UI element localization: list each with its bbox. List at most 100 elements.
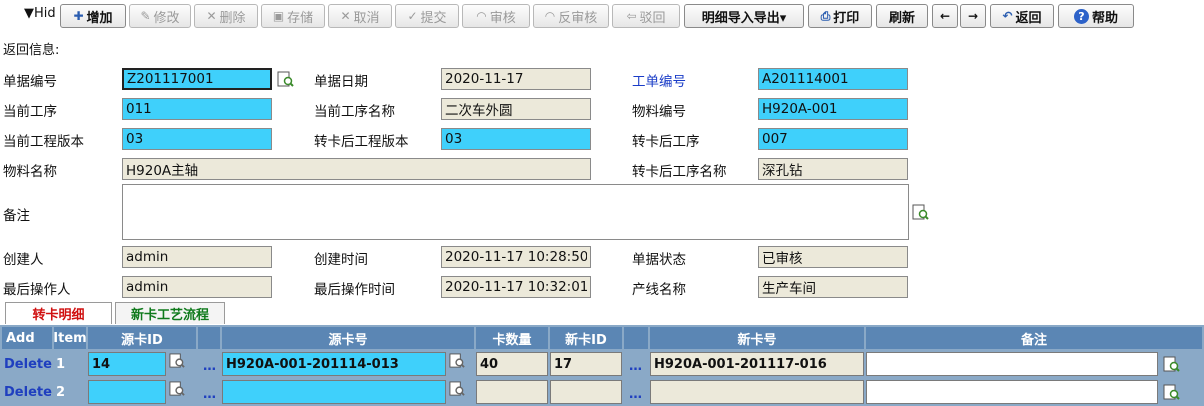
grid-header-new-id: 新卡ID — [550, 327, 622, 349]
audit-button-label: 审核 — [489, 10, 516, 26]
toolbar: ▼Hid ✚ 增加 ✎ 修改 ✕ 删除 ▣ 存储 ✕ 取消 ✓ 提交 ◠ 审核 … — [0, 0, 1204, 30]
row1-src-dots-button[interactable]: … — [203, 354, 216, 378]
last-op-label: 最后操作人 — [3, 282, 71, 298]
creator-label: 创建人 — [3, 252, 44, 268]
save-button[interactable]: ▣ 存储 — [261, 4, 325, 28]
remark-textarea[interactable] — [122, 184, 909, 240]
doc-date-label: 单据日期 — [314, 74, 368, 90]
edit-button[interactable]: ✎ 修改 — [129, 4, 191, 28]
creator-field[interactable] — [122, 246, 272, 268]
tab-transfer-detail[interactable]: 转卡明细 — [5, 302, 112, 324]
unaudit-icon: ◠ — [544, 9, 556, 23]
row2-src-id-field[interactable] — [88, 380, 166, 404]
row1-new-no-field[interactable]: H920A-001-201117-016 — [650, 352, 864, 376]
work-order-field[interactable] — [758, 68, 908, 90]
reject-button[interactable]: ⇦ 驳回 — [612, 4, 680, 28]
detail-import-export-label: 明细导入导出▾ — [701, 10, 787, 26]
material-name-field[interactable] — [122, 158, 591, 180]
status-field[interactable] — [758, 246, 908, 268]
row2-new-dots-button[interactable]: … — [629, 382, 642, 406]
tab-new-card-process[interactable]: 新卡工艺流程 — [115, 302, 225, 324]
add-button-label: 增加 — [86, 10, 113, 26]
grid-header-src-id: 源卡ID — [88, 327, 196, 349]
last-op-field[interactable] — [122, 276, 272, 298]
row1-src-no-field[interactable]: H920A-001-201114-013 — [222, 352, 446, 376]
cur-process-name-label: 当前工序名称 — [314, 104, 395, 120]
doc-date-field[interactable] — [441, 68, 591, 90]
row2-item: 2 — [56, 384, 66, 400]
row2-remark-picker-icon[interactable] — [1162, 383, 1180, 401]
last-time-label: 最后操作时间 — [314, 282, 395, 298]
row2-delete-link[interactable]: Delete — [4, 380, 52, 404]
help-button[interactable]: ? 帮助 — [1058, 4, 1134, 28]
reject-icon: ⇦ — [626, 9, 637, 23]
after-version-field[interactable] — [441, 128, 591, 150]
row2-src-dots-button[interactable]: … — [203, 382, 216, 406]
doc-no-picker-icon[interactable] — [276, 70, 294, 88]
after-process-field[interactable] — [758, 128, 908, 150]
row1-remark-field[interactable] — [866, 352, 1158, 376]
doc-no-field[interactable] — [122, 68, 272, 90]
grid-header-qty: 卡数量 — [476, 327, 548, 349]
add-button[interactable]: ✚ 增加 — [60, 4, 126, 28]
hide-toggle[interactable]: ▼Hid — [24, 6, 56, 21]
row2-qty-field[interactable] — [476, 380, 548, 404]
audit-button[interactable]: ◠ 审核 — [462, 4, 530, 28]
remark-picker-icon[interactable] — [911, 203, 929, 221]
unaudit-button-label: 反审核 — [558, 10, 598, 26]
row1-src-id-picker-icon[interactable] — [168, 352, 186, 370]
printer-icon: ⎙ — [820, 9, 831, 23]
line-field[interactable] — [758, 276, 908, 298]
submit-button[interactable]: ✓ 提交 — [395, 4, 459, 28]
material-no-label: 物料编号 — [632, 104, 686, 120]
after-process-name-label: 转卡后工序名称 — [632, 164, 727, 180]
row1-new-id-field[interactable]: 17 — [550, 352, 622, 376]
row2-src-no-field[interactable] — [222, 380, 446, 404]
check-icon: ✓ — [407, 9, 418, 23]
save-button-label: 存储 — [287, 10, 314, 26]
row2-remark-field[interactable] — [866, 380, 1158, 404]
after-process-name-field[interactable] — [758, 158, 908, 180]
refresh-button[interactable]: 刷新 — [876, 4, 928, 28]
material-no-field[interactable] — [758, 98, 908, 120]
edit-button-label: 修改 — [153, 10, 180, 26]
cur-process-field[interactable] — [122, 98, 272, 120]
created-field[interactable] — [441, 246, 591, 268]
unaudit-button[interactable]: ◠ 反审核 — [533, 4, 609, 28]
grid-header-item: Item — [53, 327, 87, 349]
row2-new-no-field[interactable] — [650, 380, 864, 404]
work-order-label: 工单编号 — [632, 74, 686, 90]
row1-src-no-picker-icon[interactable] — [448, 352, 466, 370]
cancel-icon: ✕ — [340, 9, 351, 23]
row1-delete-link[interactable]: Delete — [4, 352, 52, 376]
cur-process-name-field[interactable] — [441, 98, 591, 120]
detail-import-export-dropdown[interactable]: 明细导入导出▾ — [684, 4, 804, 28]
row2-src-no-picker-icon[interactable] — [448, 380, 466, 398]
cancel-button[interactable]: ✕ 取消 — [328, 4, 392, 28]
cur-version-label: 当前工程版本 — [3, 134, 84, 150]
print-button-label: 打印 — [833, 10, 860, 26]
forward-arrow-button[interactable]: → — [960, 4, 986, 28]
help-icon: ? — [1073, 8, 1089, 24]
plus-icon: ✚ — [73, 9, 84, 23]
return-button[interactable]: ↶ 返回 — [990, 4, 1054, 28]
row2-src-id-picker-icon[interactable] — [168, 380, 186, 398]
last-time-field[interactable] — [441, 276, 591, 298]
grid-add-link[interactable]: Add — [2, 327, 52, 349]
cross-icon: ✕ — [206, 9, 217, 23]
cur-version-field[interactable] — [122, 128, 272, 150]
doc-no-label: 单据编号 — [3, 74, 57, 90]
row1-src-id-field[interactable]: 14 — [88, 352, 166, 376]
delete-button[interactable]: ✕ 删除 — [194, 4, 258, 28]
row1-qty-field[interactable]: 40 — [476, 352, 548, 376]
row1-remark-picker-icon[interactable] — [1162, 355, 1180, 373]
audit-icon: ◠ — [476, 9, 487, 23]
row1-new-dots-button[interactable]: … — [629, 354, 642, 378]
back-arrow-button[interactable]: ← — [932, 4, 958, 28]
cancel-button-label: 取消 — [353, 10, 380, 26]
delete-button-label: 删除 — [219, 10, 246, 26]
after-version-label: 转卡后工程版本 — [314, 134, 409, 150]
print-button[interactable]: ⎙ 打印 — [808, 4, 872, 28]
row2-new-id-field[interactable] — [550, 380, 622, 404]
remark-label: 备注 — [3, 208, 30, 224]
